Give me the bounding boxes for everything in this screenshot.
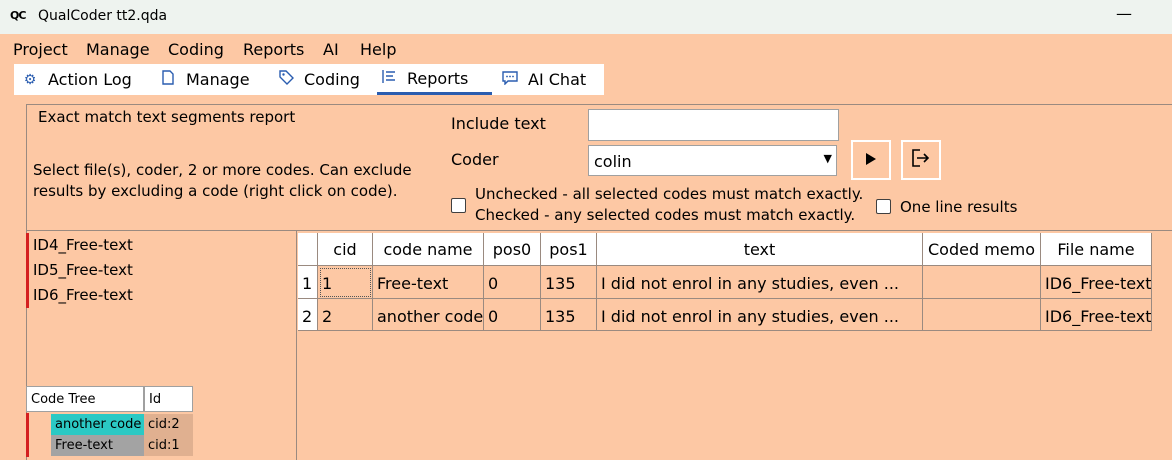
match-any-checkbox[interactable] (451, 198, 466, 213)
code-id-cell: cid:1 (144, 435, 193, 456)
column-header-code-name[interactable]: code name (373, 233, 484, 266)
code-tree-header[interactable]: Code Tree (26, 386, 144, 412)
match-checkbox-line-2: Checked - any selected codes must match … (475, 206, 856, 224)
table-cell[interactable]: I did not enrol in any studies, even ... (597, 299, 923, 331)
column-header-coded-memo[interactable]: Coded memo (923, 233, 1041, 266)
table-corner (298, 233, 318, 266)
menu-bar: Project Manage Coding Reports AI Help (0, 34, 1172, 64)
include-text-label: Include text (451, 114, 546, 133)
tab-label: Manage (186, 70, 250, 89)
column-header-pos0[interactable]: pos0 (484, 233, 541, 266)
main-tab-bar: ⚙ Action Log Manage Coding Reports AI Ch… (14, 64, 604, 95)
code-tree-item-free-text[interactable]: Free-text (51, 435, 144, 456)
file-list-item[interactable]: ID4_Free-text (26, 233, 294, 258)
table-cell[interactable]: 135 (541, 299, 597, 331)
table-cell[interactable]: 2 (318, 299, 373, 331)
table-cell[interactable]: 0 (484, 299, 541, 331)
window-title: QualCoder tt2.qda (38, 8, 168, 24)
tree-selection-bar (26, 413, 29, 457)
instructions-line-2: results by excluding a code (right click… (33, 182, 398, 200)
title-bar: QC QualCoder tt2.qda — (0, 0, 1172, 34)
chevron-down-icon: ▼ (823, 152, 832, 165)
tab-manage[interactable]: Manage (156, 64, 276, 95)
coder-selected-value: colin (594, 152, 632, 171)
tab-label: Reports (407, 68, 469, 88)
code-tree-item-another-code[interactable]: another code (51, 414, 144, 435)
column-header-pos1[interactable]: pos1 (541, 233, 597, 266)
tab-coding[interactable]: Coding (274, 64, 384, 95)
tab-ai-chat[interactable]: AI Chat (498, 64, 598, 95)
menu-reports[interactable]: Reports (243, 40, 304, 59)
table-cell[interactable]: 0 (484, 266, 541, 299)
run-report-button[interactable] (851, 140, 891, 180)
left-pane-divider (296, 231, 297, 460)
panel-divider (26, 230, 1172, 231)
table-cell[interactable] (923, 299, 1041, 331)
menu-help[interactable]: Help (360, 40, 396, 59)
table-cell[interactable]: I did not enrol in any studies, even ... (597, 266, 923, 299)
menu-coding[interactable]: Coding (168, 40, 224, 59)
column-header-text[interactable]: text (597, 233, 923, 266)
table-cell[interactable]: 135 (541, 266, 597, 299)
tag-icon (274, 70, 298, 89)
column-header-cid[interactable]: cid (318, 233, 373, 266)
match-checkbox-line-1: Unchecked - all selected codes must matc… (475, 185, 864, 203)
column-header-file-name[interactable]: File name (1041, 233, 1152, 266)
tab-reports[interactable]: Reports (377, 64, 492, 95)
coder-select[interactable]: colin ▼ (588, 145, 837, 176)
one-line-results-label: One line results (900, 198, 1018, 216)
menu-ai[interactable]: AI (323, 40, 339, 59)
menu-project[interactable]: Project (13, 40, 68, 59)
include-text-input[interactable] (588, 109, 839, 141)
export-icon (911, 149, 931, 171)
table-cell[interactable]: Free-text (373, 266, 484, 299)
tab-label: Coding (304, 70, 360, 89)
tab-label: AI Chat (528, 70, 587, 89)
table-cell[interactable]: ID6_Free-text (1041, 299, 1152, 331)
document-icon (156, 70, 180, 89)
row-number[interactable]: 1 (298, 266, 318, 299)
report-heading: Exact match text segments report (38, 108, 296, 126)
chat-icon (498, 70, 522, 89)
play-icon (865, 151, 877, 170)
code-id-header[interactable]: Id (144, 386, 193, 412)
table-cell[interactable] (923, 266, 1041, 299)
list-icon (377, 69, 401, 87)
one-line-results-checkbox[interactable] (876, 199, 891, 214)
minimize-button[interactable]: — (1116, 4, 1132, 23)
file-list-item[interactable]: ID5_Free-text (26, 258, 294, 283)
coder-label: Coder (451, 150, 499, 169)
tab-label: Action Log (48, 70, 132, 89)
file-list-item[interactable]: ID6_Free-text (26, 283, 294, 308)
table-cell[interactable]: ID6_Free-text (1041, 266, 1152, 299)
table-cell[interactable]: 1 (318, 266, 373, 299)
instructions-line-1: Select file(s), coder, 2 or more codes. … (33, 161, 412, 179)
menu-manage[interactable]: Manage (86, 40, 150, 59)
table-cell[interactable]: another code (373, 299, 484, 331)
gear-icon: ⚙ (23, 71, 37, 88)
tab-action-log[interactable]: ⚙ Action Log (18, 64, 148, 95)
row-number[interactable]: 2 (298, 299, 318, 331)
code-id-cell: cid:2 (144, 414, 193, 435)
export-button[interactable] (901, 140, 941, 180)
qualcoder-logo-icon: QC (10, 9, 26, 22)
